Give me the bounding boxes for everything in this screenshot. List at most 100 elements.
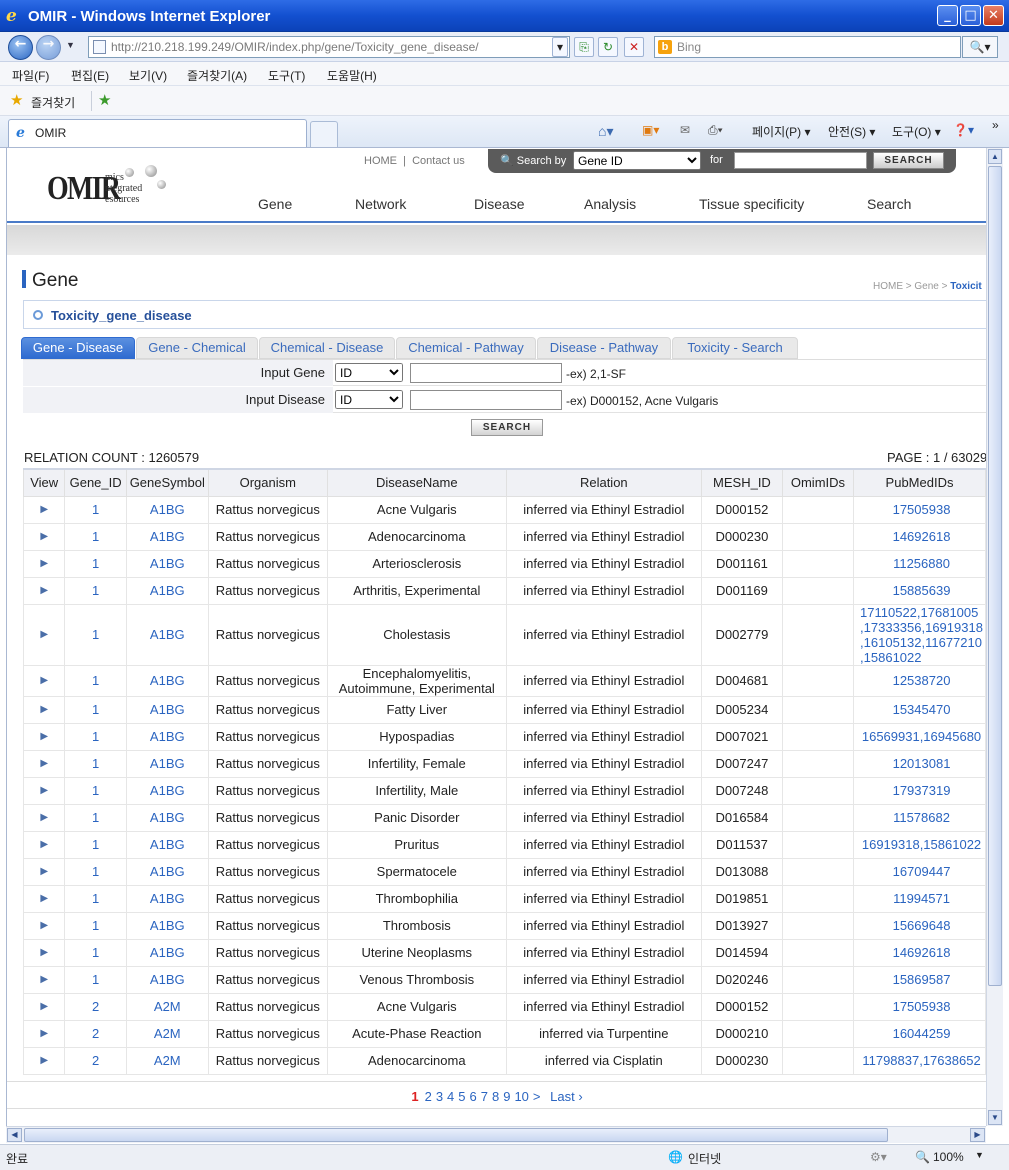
view-arrow-icon[interactable]: ▶ [22, 803, 66, 832]
pubmed-ids-cell[interactable]: 15885639 [853, 576, 986, 605]
pubmed-ids-cell[interactable]: 17110522,17681005,17333356,16919318,1610… [853, 603, 986, 666]
page-link[interactable]: 10 [514, 1089, 528, 1104]
pubmed-ids-cell[interactable]: 11256880 [853, 549, 986, 578]
menu-edit[interactable]: 편집(E) [71, 67, 109, 84]
page-link[interactable]: 7 [481, 1089, 488, 1104]
gene-id-cell[interactable]: 1 [64, 522, 127, 551]
pubmed-ids-cell[interactable]: 14692618 [853, 938, 986, 967]
gene-symbol-cell[interactable]: A2M [125, 992, 209, 1021]
view-arrow-icon[interactable]: ▶ [22, 857, 66, 886]
nav-tissue-specificity[interactable]: Tissue specificity [699, 196, 804, 212]
close-button[interactable]: ✕ [983, 5, 1004, 26]
pubmed-link[interactable]: 12538720 [860, 673, 983, 688]
gene-symbol-cell[interactable]: A1BG [125, 749, 209, 778]
gene-symbol-cell[interactable]: A1BG [125, 695, 209, 724]
pubmed-link[interactable]: ,17333356,16919318 [860, 620, 983, 635]
view-arrow-icon[interactable]: ▶ [22, 911, 66, 940]
nav-gene[interactable]: Gene [258, 196, 292, 212]
tab-toxicity-search[interactable]: Toxicity - Search [672, 337, 798, 359]
pubmed-link[interactable]: ,15861022 [860, 650, 983, 665]
gene-id-cell[interactable]: 1 [64, 803, 127, 832]
pubmed-ids-cell[interactable]: 15669648 [853, 911, 986, 940]
pubmed-ids-cell[interactable]: 11994571 [853, 884, 986, 913]
pubmed-ids-cell[interactable]: 17505938 [853, 495, 986, 524]
gene-id-cell[interactable]: 1 [64, 884, 127, 913]
view-arrow-icon[interactable]: ▶ [22, 664, 66, 697]
favorites-star-icon[interactable]: ★ [10, 91, 23, 109]
view-arrow-icon[interactable]: ▶ [22, 722, 66, 751]
disease-input[interactable] [410, 390, 562, 410]
pubmed-link[interactable]: 15885639 [860, 583, 983, 598]
gene-id-cell[interactable]: 1 [64, 830, 127, 859]
new-tab-button[interactable] [310, 121, 338, 147]
history-dropdown-icon[interactable]: ▼ [66, 40, 75, 50]
scroll-up-icon[interactable]: ▲ [988, 149, 1002, 164]
pubmed-ids-cell[interactable]: 14692618 [853, 522, 986, 551]
browser-tab-omir[interactable]: e OMIR [8, 119, 307, 147]
pubmed-ids-cell[interactable]: 17505938 [853, 992, 986, 1021]
search-go-button[interactable]: 🔍▾ [962, 36, 998, 58]
url-field[interactable]: http://210.218.199.249/OMIR/index.php/ge… [88, 36, 570, 58]
favorites-label[interactable]: 즐겨찾기 [31, 94, 75, 111]
pubmed-link[interactable]: 17505938 [860, 502, 983, 517]
pubmed-link[interactable]: ,16105132,11677210 [860, 635, 983, 650]
gene-symbol-cell[interactable]: A1BG [125, 495, 209, 524]
menu-favorites[interactable]: 즐겨찾기(A) [187, 67, 247, 84]
contact-link[interactable]: Contact us [412, 155, 465, 167]
scroll-left-icon[interactable]: ◀ [7, 1128, 22, 1142]
gene-id-cell[interactable]: 1 [64, 776, 127, 805]
nav-disease[interactable]: Disease [474, 196, 525, 212]
url-dropdown-icon[interactable]: ▾ [552, 37, 568, 57]
compat-view-icon[interactable]: ⎘ [574, 37, 594, 57]
view-arrow-icon[interactable]: ▶ [22, 695, 66, 724]
nav-network[interactable]: Network [355, 196, 406, 212]
view-arrow-icon[interactable]: ▶ [22, 992, 66, 1021]
tab-gene-chemical[interactable]: Gene - Chemical [136, 337, 258, 359]
gene-symbol-cell[interactable]: A1BG [125, 776, 209, 805]
page-link[interactable]: 2 [425, 1089, 432, 1104]
nav-search[interactable]: Search [867, 196, 911, 212]
gene-id-cell[interactable]: 1 [64, 495, 127, 524]
pubmed-link[interactable]: 17110522,17681005 [860, 605, 983, 620]
search-field[interactable]: b Bing [654, 36, 961, 58]
tab-chemical-pathway[interactable]: Chemical - Pathway [396, 337, 536, 359]
print-icon[interactable]: ⎙▾ [708, 123, 723, 138]
pubmed-link[interactable]: 16569931,16945680 [860, 729, 983, 744]
horizontal-scroll-thumb[interactable] [24, 1128, 888, 1142]
gene-id-cell[interactable]: 1 [64, 722, 127, 751]
view-arrow-icon[interactable]: ▶ [22, 576, 66, 605]
gene-symbol-cell[interactable]: A1BG [125, 664, 209, 697]
disease-type-select[interactable]: ID [335, 390, 403, 409]
gene-id-cell[interactable]: 1 [64, 664, 127, 697]
gene-id-cell[interactable]: 1 [64, 965, 127, 994]
pubmed-link[interactable]: 16919318,15861022 [860, 837, 983, 852]
pubmed-ids-cell[interactable]: 16044259 [853, 1019, 986, 1048]
minimize-button[interactable]: _ [937, 5, 958, 26]
protected-mode-icon[interactable]: ⚙▾ [870, 1150, 887, 1164]
gene-symbol-cell[interactable]: A1BG [125, 938, 209, 967]
pubmed-link[interactable]: 16709447 [860, 864, 983, 879]
chevron-more-icon[interactable]: » [992, 118, 999, 132]
gene-symbol-cell[interactable]: A2M [125, 1019, 209, 1048]
pubmed-ids-cell[interactable]: 11578682 [853, 803, 986, 832]
pubmed-ids-cell[interactable]: 17937319 [853, 776, 986, 805]
nav-analysis[interactable]: Analysis [584, 196, 636, 212]
pubmed-link[interactable]: 16044259 [860, 1026, 983, 1041]
gene-id-cell[interactable]: 2 [64, 1019, 127, 1048]
pubmed-link[interactable]: 15869587 [860, 972, 983, 987]
pubmed-link[interactable]: 15669648 [860, 918, 983, 933]
view-arrow-icon[interactable]: ▶ [22, 965, 66, 994]
pubmed-link[interactable]: 17505938 [860, 999, 983, 1014]
gene-id-cell[interactable]: 1 [64, 749, 127, 778]
feeds-icon[interactable]: ▣▾ [642, 123, 659, 137]
gene-symbol-cell[interactable]: A1BG [125, 722, 209, 751]
pubmed-ids-cell[interactable]: 16709447 [853, 857, 986, 886]
page-link[interactable]: > [533, 1089, 541, 1104]
gene-symbol-cell[interactable]: A1BG [125, 857, 209, 886]
gene-symbol-cell[interactable]: A1BG [125, 965, 209, 994]
view-arrow-icon[interactable]: ▶ [22, 938, 66, 967]
view-arrow-icon[interactable]: ▶ [22, 884, 66, 913]
page-link[interactable]: 5 [458, 1089, 465, 1104]
pubmed-ids-cell[interactable]: 16569931,16945680 [853, 722, 986, 751]
search-by-select[interactable]: Gene ID [573, 151, 701, 170]
